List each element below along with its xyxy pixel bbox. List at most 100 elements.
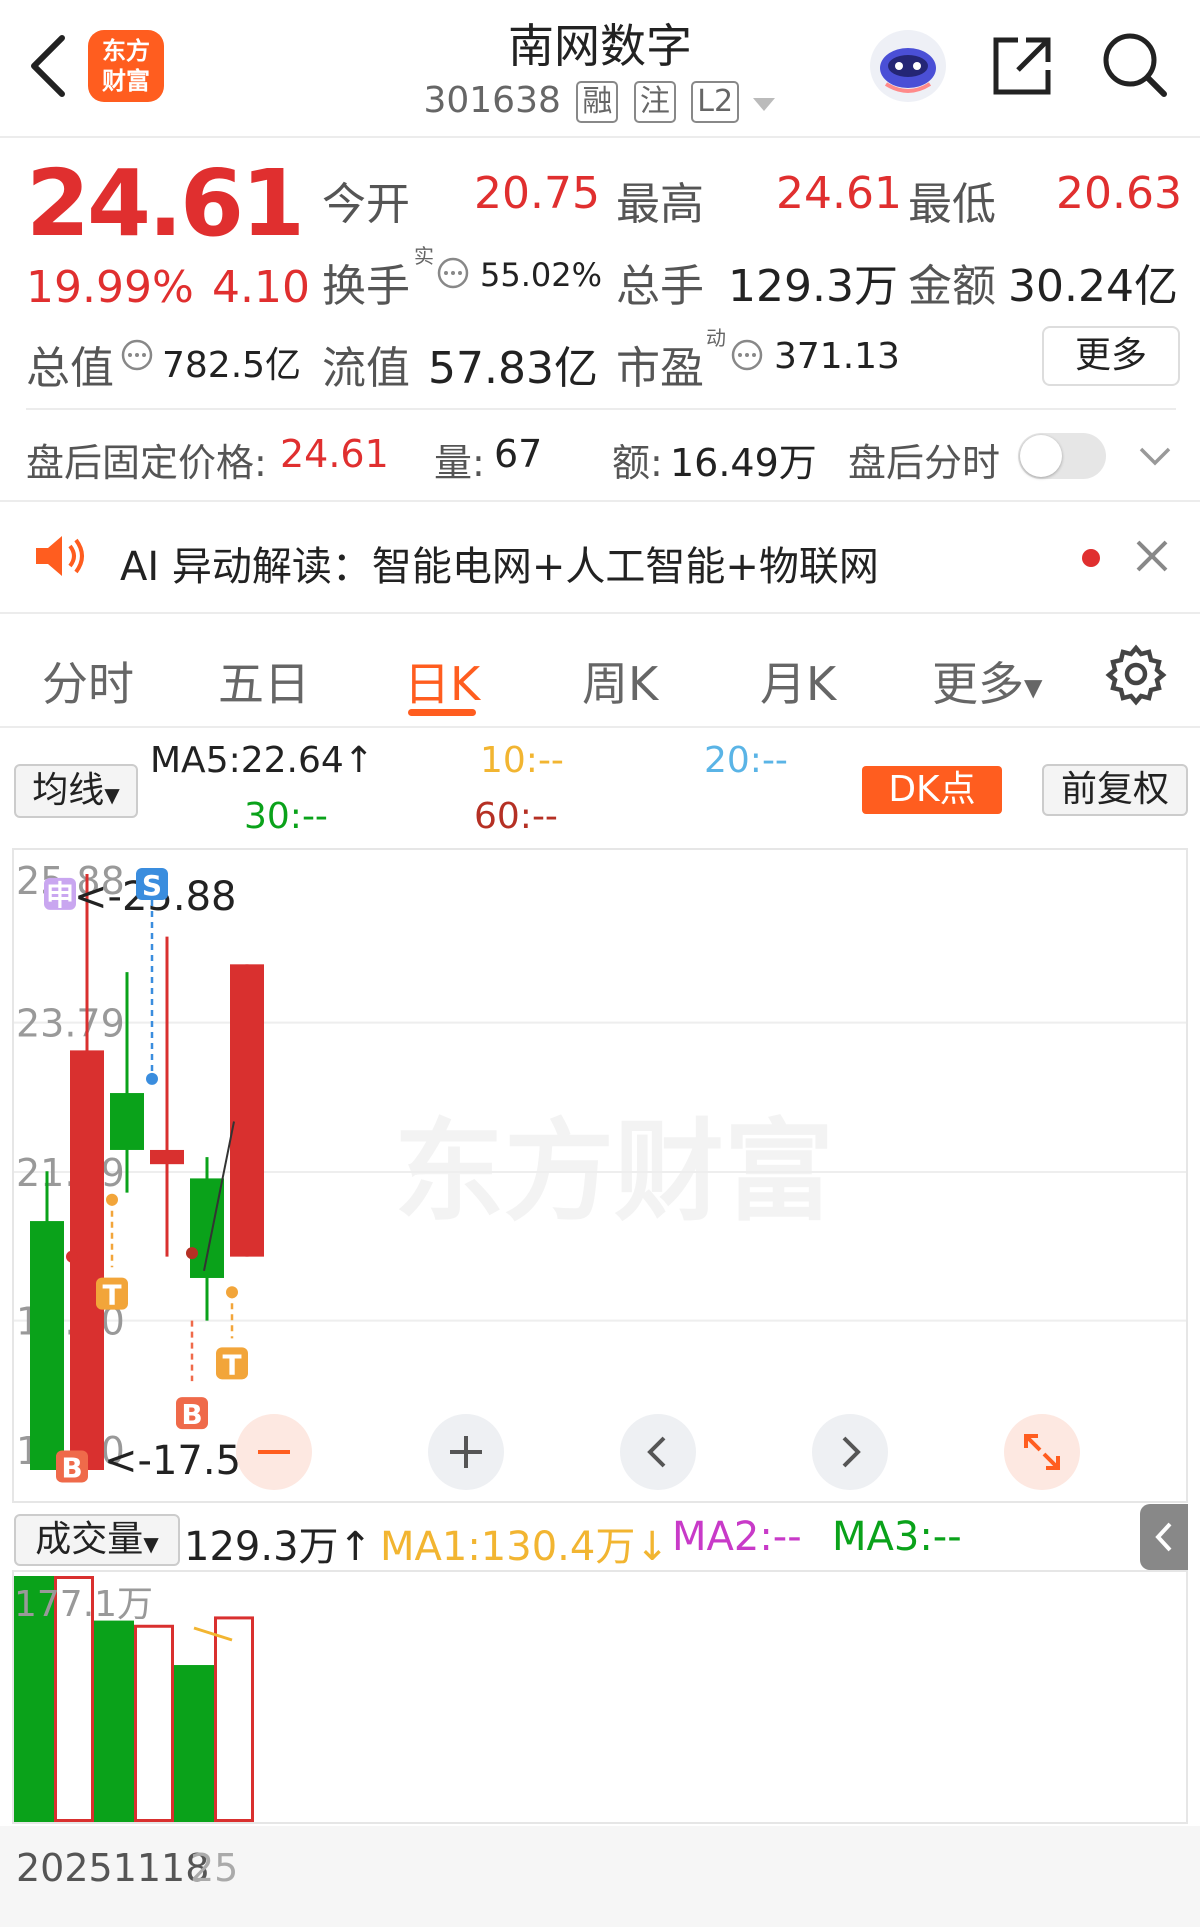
volume-bar (94, 1620, 134, 1822)
toggle-knob (1020, 435, 1062, 477)
tag-l2: L2 (691, 81, 740, 123)
dk-point-button[interactable]: DK点 (862, 766, 1002, 814)
dk-point-label: DK点 (888, 769, 976, 810)
caret-down-icon: ▼ (104, 783, 120, 807)
floatcap-value: 57.83亿 (428, 343, 598, 394)
high-value: 24.61 (776, 168, 902, 219)
change-amount: 4.10 (212, 262, 310, 313)
info-dots-icon[interactable] (730, 338, 764, 376)
candlestick-svg: 东方财富25.8823.7921.6919.6017.50<-25.88<-17… (14, 859, 1186, 1484)
marker-dot (106, 1193, 118, 1206)
ma-selector-label: 均线 (32, 770, 105, 811)
volume-current-text: 129.3万 (184, 1524, 339, 1570)
more-button[interactable]: 更多 (1042, 326, 1180, 386)
turnover-sup: 实 (414, 244, 434, 268)
pan-left-button[interactable] (620, 1414, 696, 1490)
tab-weekly-k[interactable]: 周K (582, 648, 658, 714)
volume-ma1-text: MA1:130.4万 (380, 1524, 636, 1570)
tab-more[interactable]: 更多▼ (932, 648, 1042, 714)
trade-marker-label: 申 (46, 879, 74, 912)
ma5-text: MA5:22.64 (150, 740, 344, 781)
zoom-out-button[interactable] (236, 1414, 312, 1490)
caret-down-icon: ▼ (1024, 673, 1043, 702)
tag-registered: 注 (633, 81, 676, 123)
ma20-value: 20:-- (704, 740, 788, 781)
y-tick-label: 23.79 (16, 1002, 125, 1046)
low-label: 最低 (908, 179, 996, 230)
volume-ma2: MA2:-- (672, 1514, 802, 1560)
ai-banner-text[interactable]: AI 异动解读：智能电网+人工智能+物联网 (120, 534, 879, 592)
after-hours-price-label: 盘后固定价格: (26, 441, 267, 485)
x-label-start: 20251118 (16, 1846, 210, 1890)
tab-intraday[interactable]: 分时 (42, 648, 134, 714)
pe-value: 371.13 (774, 336, 900, 377)
high-label: 最高 (616, 179, 704, 230)
ma10-value: 10:-- (480, 740, 564, 781)
speaker-icon (34, 532, 88, 584)
tab-daily-k[interactable]: 日K (404, 648, 480, 714)
robot-assistant-icon[interactable] (866, 26, 950, 110)
collapse-panel-button[interactable] (1140, 1504, 1188, 1570)
search-icon[interactable] (1100, 30, 1170, 104)
after-hours-vol: 67 (494, 432, 543, 476)
marker-dot (226, 1286, 238, 1299)
adjust-button[interactable]: 前复权 (1042, 764, 1188, 816)
tag-margin: 融 (576, 81, 619, 123)
section-gap (0, 500, 1200, 502)
volume-chart[interactable]: 177.1万 (12, 1570, 1188, 1824)
fullscreen-button[interactable] (1004, 1414, 1080, 1490)
trade-marker-label: S (142, 869, 162, 902)
volume-ma3: MA3:-- (832, 1514, 962, 1560)
volume-max-tick: 177.1万 (14, 1584, 153, 1625)
trade-marker-label: B (181, 1398, 202, 1431)
after-hours-vol-label: 量: (434, 441, 485, 485)
volume-bar (174, 1665, 214, 1822)
close-icon[interactable] (1134, 538, 1170, 578)
volume-bar (214, 1616, 254, 1822)
volume-bar (134, 1624, 174, 1822)
tab-five-day[interactable]: 五日 (218, 648, 310, 714)
candlestick-chart[interactable]: 东方财富25.8823.7921.6919.6017.50<-25.88<-17… (12, 848, 1188, 1503)
turnover-value: 55.02% (480, 256, 603, 294)
info-dots-icon[interactable] (436, 256, 470, 294)
tab-more-label: 更多 (932, 657, 1024, 711)
arrow-up-icon: ↑ (343, 740, 374, 781)
trade-marker-label: T (102, 1279, 121, 1312)
after-hours-toggle[interactable] (1018, 433, 1106, 479)
tab-monthly-k[interactable]: 月K (760, 648, 836, 714)
after-hours-amount: 16.49万 (670, 441, 817, 485)
x-label-end: 25 (190, 1846, 239, 1890)
arrow-down-icon: ↓ (635, 1524, 669, 1570)
low-value: 20.63 (1056, 168, 1182, 219)
caret-down-icon[interactable] (751, 82, 777, 123)
after-hours-price: 24.61 (280, 432, 389, 476)
caret-down-icon: ▼ (143, 1532, 159, 1556)
amount-value: 30.24亿 (1008, 261, 1178, 312)
amount-label: 金额 (908, 261, 996, 312)
chevron-down-icon[interactable] (1138, 444, 1172, 472)
pe-label: 市盈 (616, 343, 704, 394)
volume-value: 129.3万 (728, 261, 898, 312)
volume-ma1: MA1:130.4万↓ (380, 1514, 669, 1572)
ma5-value: MA5:22.64↑ (150, 740, 374, 781)
share-icon[interactable] (990, 34, 1056, 102)
candle-body (30, 1221, 64, 1470)
open-label: 今开 (322, 179, 410, 230)
zoom-in-button[interactable] (428, 1414, 504, 1490)
info-dots-icon[interactable] (120, 338, 154, 376)
settings-icon[interactable] (1104, 642, 1168, 710)
volume-selector[interactable]: 成交量▼ (14, 1514, 180, 1566)
volume-current: 129.3万↑ (184, 1514, 372, 1572)
pan-right-button[interactable] (812, 1414, 888, 1490)
mktcap-value: 782.5亿 (162, 345, 302, 386)
after-hours-amount-label: 额: (612, 441, 663, 485)
marker-dot (186, 1247, 198, 1260)
candle-body (150, 1149, 184, 1165)
turnover-label: 换手 (322, 261, 410, 312)
pe-sup: 动 (706, 326, 726, 350)
mktcap-label: 总值 (26, 343, 114, 394)
ma-selector[interactable]: 均线▼ (14, 764, 138, 818)
change-percent: 19.99% (26, 262, 194, 313)
trade-marker-label: T (222, 1348, 241, 1381)
volume-selector-label: 成交量 (35, 1519, 144, 1560)
